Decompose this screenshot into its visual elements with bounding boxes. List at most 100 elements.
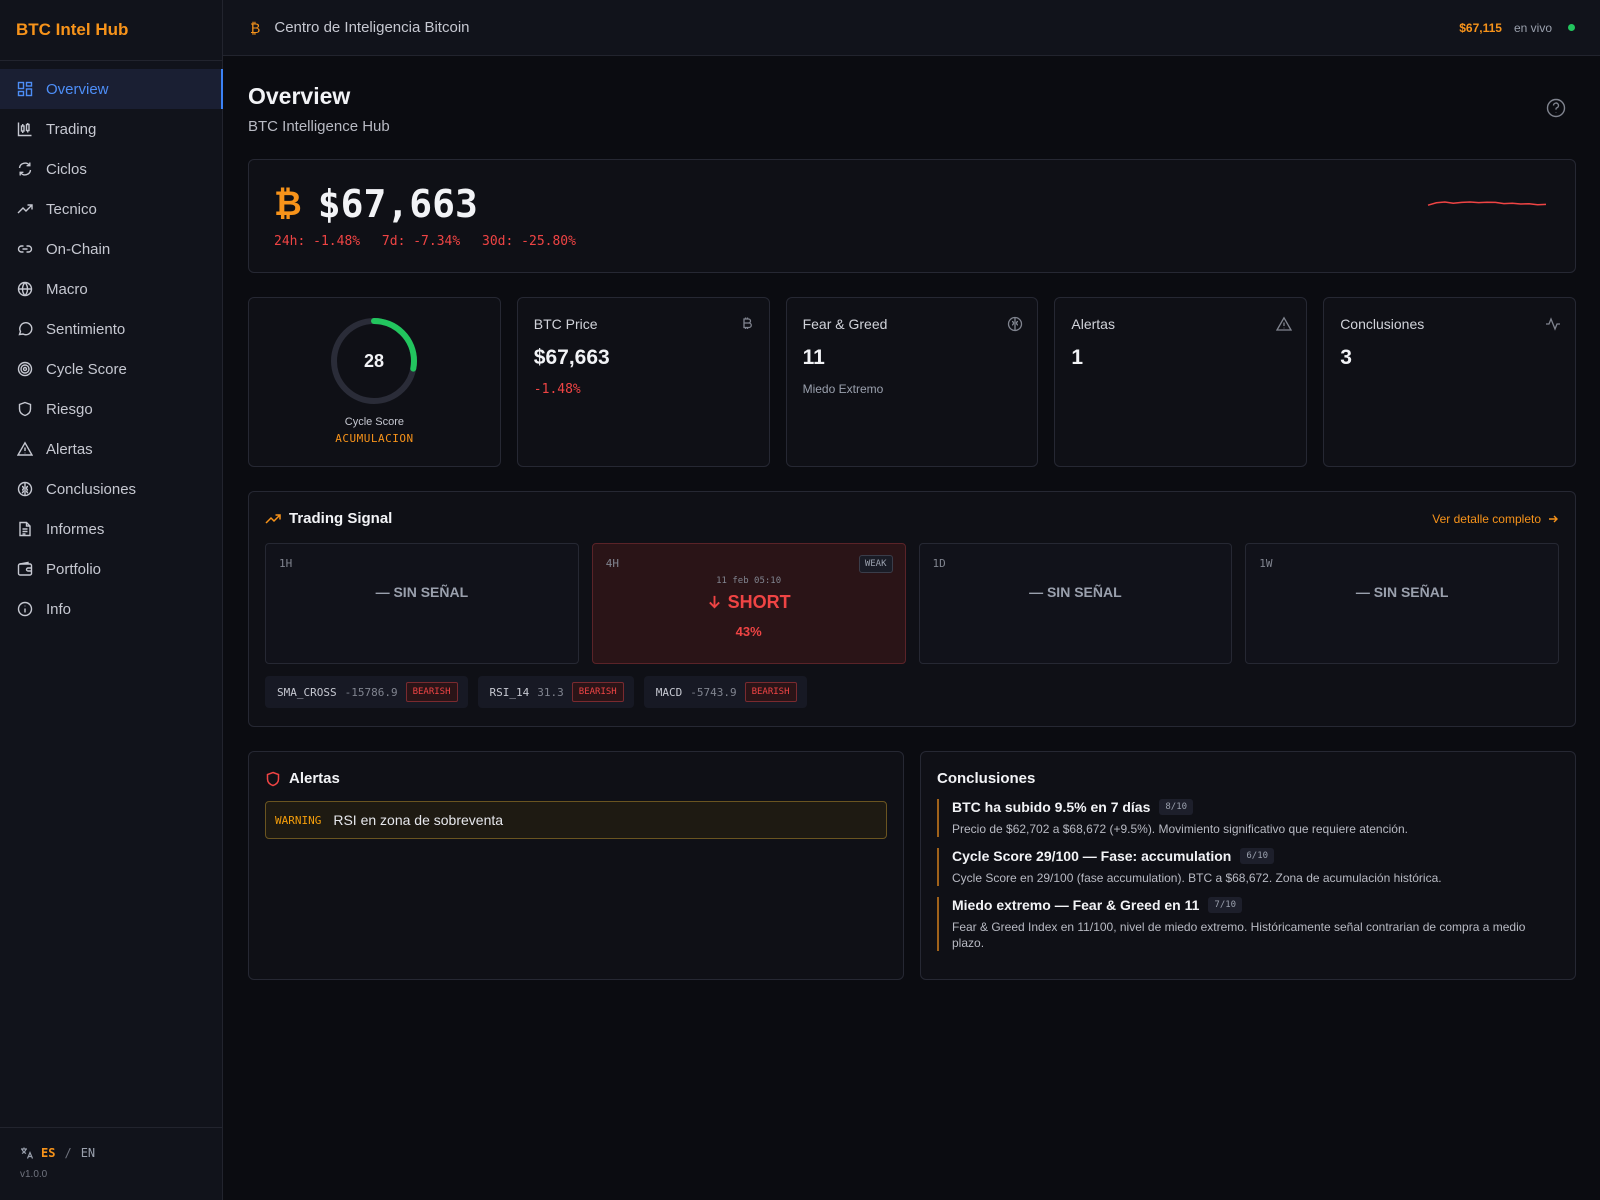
sidebar-item-macro[interactable]: Macro xyxy=(0,269,222,309)
sidebar-item-conclusiones[interactable]: Conclusiones xyxy=(0,469,222,509)
bitcoin-icon: ₿ xyxy=(250,19,261,36)
stat-value: $67,663 xyxy=(533,346,610,369)
stat-label: Conclusiones xyxy=(1340,316,1425,332)
sidebar-footer: ES / EN v1.0.0 xyxy=(0,1127,222,1200)
timeframe-4h[interactable]: 4H WEAK 11 feb 05:10 SHORT 43% xyxy=(591,543,906,664)
conclusion-item[interactable]: Miedo extremo — Fear & Greed en 11 7/10 F… xyxy=(937,897,1559,951)
sidebar: BTC Intel Hub Overview Trading Ciclos Te… xyxy=(0,0,223,1200)
signal-direction: SHORT xyxy=(606,592,892,613)
indicator-tag: BEARISH xyxy=(405,682,458,702)
sidebar-item-label: Cycle Score xyxy=(46,360,127,378)
conclusions-count-card[interactable]: Conclusiones 3 xyxy=(1323,297,1576,467)
sidebar-item-informes[interactable]: Informes xyxy=(0,509,222,549)
live-price-indicator: $67,115 en vivo xyxy=(1459,21,1575,35)
sidebar-item-sentimiento[interactable]: Sentimiento xyxy=(0,309,222,349)
timeframe-name: 1D xyxy=(932,557,946,570)
conclusion-score: 8/10 xyxy=(1159,799,1194,815)
shield-icon xyxy=(17,401,33,417)
timeframe-name: 4H xyxy=(605,557,619,570)
link-icon xyxy=(17,241,33,257)
lang-es[interactable]: ES xyxy=(41,1146,55,1160)
sidebar-item-trading[interactable]: Trading xyxy=(0,109,222,149)
timeframe-grid: 1H — SIN SEÑAL 4H WEAK 11 feb 05:10 SHOR… xyxy=(265,543,1559,664)
section-title: Alertas xyxy=(289,770,340,787)
indicator-chip: RSI_14 31.3 BEARISH xyxy=(477,676,634,708)
sidebar-item-overview[interactable]: Overview xyxy=(0,69,223,109)
sidebar-item-ciclos[interactable]: Ciclos xyxy=(0,149,222,189)
conclusion-list: BTC ha subido 9.5% en 7 días 8/10 Precio … xyxy=(937,799,1559,951)
sidebar-item-info[interactable]: Info xyxy=(0,589,222,629)
sidebar-item-label: Trading xyxy=(46,120,97,138)
conclusion-desc: Precio de $62,702 a $68,672 (+9.5%). Mov… xyxy=(952,822,1408,836)
indicator-chip: MACD -5743.9 BEARISH xyxy=(643,676,807,708)
lang-en[interactable]: EN xyxy=(81,1146,95,1160)
indicator-tag: BEARISH xyxy=(744,682,797,702)
sidebar-item-label: Ciclos xyxy=(46,160,87,178)
stat-value: 11 xyxy=(802,346,825,369)
cycle-score-label: Cycle Score xyxy=(344,416,405,428)
alert-message: RSI en zona de sobreventa xyxy=(333,812,504,828)
sidebar-item-alertas[interactable]: Alertas xyxy=(0,429,222,469)
conclusion-score: 6/10 xyxy=(1240,848,1275,864)
arrow-down-icon xyxy=(708,595,720,609)
indicator-value: 31.3 xyxy=(537,685,564,699)
brain-icon xyxy=(17,481,33,497)
live-price: $67,115 xyxy=(1459,20,1502,35)
sidebar-item-label: On-Chain xyxy=(46,240,111,258)
no-signal-text: — SIN SEÑAL xyxy=(1355,584,1449,600)
timeframe-1d[interactable]: 1D — SIN SEÑAL xyxy=(918,543,1233,664)
brand-logo[interactable]: BTC Intel Hub xyxy=(0,0,222,61)
bitcoin-icon: ₿ xyxy=(274,184,302,223)
sidebar-item-label: Alertas xyxy=(46,440,93,458)
info-icon xyxy=(17,601,33,617)
indicator-value: -5743.9 xyxy=(690,685,737,699)
direction-label: SHORT xyxy=(727,592,791,612)
main-content: Overview BTC Intelligence Hub ₿ $67,663 … xyxy=(248,56,1576,980)
section-title: Conclusiones xyxy=(937,770,1036,787)
arrow-right-icon xyxy=(1549,515,1558,522)
no-signal-text: — SIN SEÑAL xyxy=(375,584,469,600)
price-hero-card: ₿ $67,663 24h: -1.48% 7d: -7.34% 30d: -2… xyxy=(248,159,1576,273)
sidebar-item-label: Riesgo xyxy=(46,400,93,418)
fear-greed-card[interactable]: Fear & Greed 11 Miedo Extremo xyxy=(785,297,1039,467)
sidebar-item-cycle-score[interactable]: Cycle Score xyxy=(0,349,222,389)
sidebar-item-tecnico[interactable]: Tecnico xyxy=(0,189,222,229)
signal-timestamp: 11 feb 05:10 xyxy=(716,576,782,586)
btc-price-card[interactable]: BTC Price $67,663 -1.48% xyxy=(516,297,770,467)
indicator-chip: SMA_CROSS -15786.9 BEARISH xyxy=(265,676,468,708)
price-sparkline xyxy=(1427,201,1547,206)
indicator-name: MACD xyxy=(655,685,683,699)
sidebar-item-on-chain[interactable]: On-Chain xyxy=(0,229,222,269)
alert-item[interactable]: WARNING RSI en zona de sobreventa xyxy=(265,801,887,839)
language-switcher[interactable]: ES / EN xyxy=(20,1146,202,1160)
alerts-count-card[interactable]: Alertas 1 xyxy=(1054,297,1308,467)
document-icon xyxy=(17,521,33,537)
signal-confidence: 43% xyxy=(735,624,762,639)
sidebar-item-riesgo[interactable]: Riesgo xyxy=(0,389,222,429)
timeframe-1h[interactable]: 1H — SIN SEÑAL xyxy=(265,543,579,664)
change-30d: 30d: -25.80% xyxy=(482,234,576,249)
section-title: Trading Signal xyxy=(289,510,393,527)
page-title: Overview xyxy=(248,83,351,109)
stat-value: 1 xyxy=(1071,346,1084,369)
stats-row: 28 Cycle Score ACUMULACION BTC Price $67… xyxy=(248,297,1576,467)
sidebar-item-label: Informes xyxy=(46,520,105,538)
sidebar-item-label: Macro xyxy=(46,280,88,298)
view-detail-link[interactable]: Ver detalle completo xyxy=(1432,512,1559,526)
strength-badge: WEAK xyxy=(858,555,893,573)
indicator-name: SMA_CROSS xyxy=(277,685,337,699)
help-icon[interactable] xyxy=(1546,98,1566,118)
sidebar-item-label: Overview xyxy=(46,80,109,98)
conclusion-desc: Cycle Score en 29/100 (fase accumulation… xyxy=(952,871,1442,885)
cycle-score-card[interactable]: 28 Cycle Score ACUMULACION xyxy=(248,297,501,467)
cycle-phase: ACUMULACION xyxy=(335,432,414,445)
conclusions-panel: Conclusiones BTC ha subido 9.5% en 7 día… xyxy=(920,751,1576,980)
conclusion-title: BTC ha subido 9.5% en 7 días xyxy=(952,799,1151,815)
conclusion-item[interactable]: Cycle Score 29/100 — Fase: accumulation 6… xyxy=(937,848,1559,886)
trading-signal-card: Trading Signal Ver detalle completo 1H —… xyxy=(248,491,1576,727)
conclusion-item[interactable]: BTC ha subido 9.5% en 7 días 8/10 Precio … xyxy=(937,799,1559,837)
app-version: v1.0.0 xyxy=(20,1169,48,1180)
sidebar-item-portfolio[interactable]: Portfolio xyxy=(0,549,222,589)
timeframe-1w[interactable]: 1W — SIN SEÑAL xyxy=(1245,543,1559,664)
view-detail-label: Ver detalle completo xyxy=(1432,511,1541,526)
